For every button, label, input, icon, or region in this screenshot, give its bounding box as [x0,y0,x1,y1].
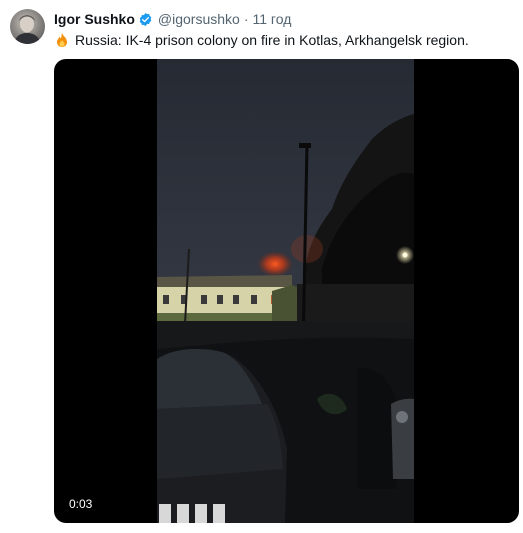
author-handle[interactable]: @igorsushko [158,11,240,27]
video-player[interactable]: 0:03 [54,59,519,523]
tweet-text-content: Russia: IK-4 prison colony on fire in Ko… [75,32,469,48]
video-timestamp: 0:03 [64,495,98,513]
separator-dot: · [243,11,249,27]
fire-emoji-icon [54,32,70,48]
tweet-time[interactable]: 11 год [253,11,292,27]
tweet-header: Igor Sushko @igorsushko · 11 год [54,10,291,28]
avatar[interactable] [10,9,45,44]
tweet-text: Russia: IK-4 prison colony on fire in Ko… [54,31,469,49]
video-frame[interactable] [157,59,414,523]
verified-badge-icon [138,12,153,27]
tweet[interactable]: Igor Sushko @igorsushko · 11 год Russia:… [0,0,523,533]
author-name[interactable]: Igor Sushko [54,11,135,27]
